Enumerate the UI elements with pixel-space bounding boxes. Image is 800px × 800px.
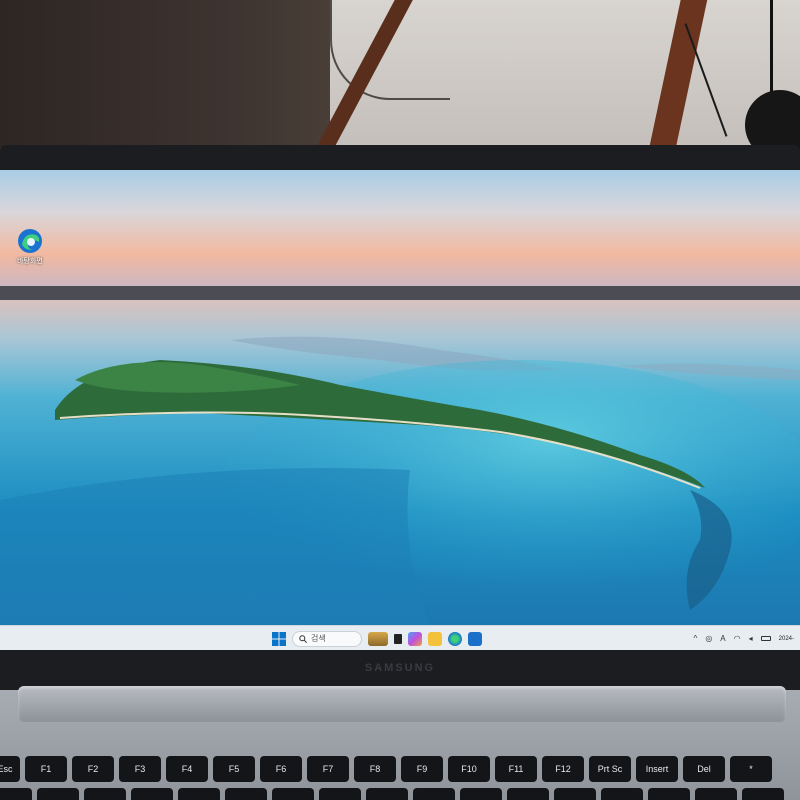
wifi-icon[interactable]: ◠	[734, 634, 741, 643]
windows-start-icon[interactable]	[272, 631, 286, 646]
key[interactable]	[272, 788, 314, 800]
clock[interactable]: 2024-	[779, 635, 794, 643]
key[interactable]	[742, 788, 784, 800]
key[interactable]	[84, 788, 126, 800]
key-f12[interactable]: F12	[542, 756, 584, 782]
key-label: F12	[555, 764, 571, 774]
key-label: F9	[416, 764, 428, 774]
number-key-row	[0, 788, 800, 800]
laptop-hinge	[18, 686, 786, 722]
edge-icon	[18, 229, 42, 253]
cable	[770, 0, 773, 100]
key-f9[interactable]: F9	[401, 756, 443, 782]
widgets-icon[interactable]	[368, 631, 388, 646]
desktop-shortcut[interactable]: 바탕화면	[8, 228, 52, 266]
key-label: Insert	[645, 764, 669, 774]
key-esc[interactable]: Esc	[0, 756, 20, 782]
key[interactable]	[507, 788, 549, 800]
key-label: F11	[508, 764, 524, 774]
desktop-shortcut-label: 바탕화면	[17, 258, 43, 265]
search-input[interactable]: 검색	[292, 630, 362, 647]
sky	[0, 170, 800, 290]
key-label: F4	[181, 764, 193, 774]
file-explorer-icon[interactable]	[428, 631, 442, 646]
search-icon	[299, 634, 307, 643]
task-view-icon[interactable]	[394, 633, 402, 644]
key-prt-sc[interactable]: Prt Sc	[589, 756, 631, 782]
laptop-screen: 바탕화면 검색 ^ ◎ A ◠ ◂ 2024-	[0, 170, 800, 650]
key[interactable]	[131, 788, 173, 800]
key-label: F8	[369, 764, 381, 774]
key-label: *	[749, 764, 753, 774]
key-insert[interactable]: Insert	[636, 756, 678, 782]
key-f11[interactable]: F11	[495, 756, 537, 782]
location-icon[interactable]: ◎	[705, 634, 712, 643]
key-f7[interactable]: F7	[307, 756, 349, 782]
key-label: F1	[40, 764, 52, 774]
brand-logo: SAMSUNG	[364, 662, 436, 674]
key[interactable]	[319, 788, 361, 800]
battery-icon[interactable]	[760, 636, 771, 641]
key-f1[interactable]: F1	[25, 756, 67, 782]
edge-icon[interactable]	[448, 631, 462, 646]
key-f4[interactable]: F4	[166, 756, 208, 782]
key[interactable]	[413, 788, 455, 800]
key-f10[interactable]: F10	[448, 756, 490, 782]
key-f2[interactable]: F2	[72, 756, 114, 782]
store-icon[interactable]	[468, 631, 482, 646]
key-label: F5	[228, 764, 240, 774]
key[interactable]	[225, 788, 267, 800]
copilot-icon[interactable]	[408, 631, 422, 646]
language-indicator[interactable]: A	[720, 634, 725, 643]
desktop-wallpaper	[0, 170, 800, 625]
taskbar-center: 검색	[272, 626, 482, 650]
key[interactable]	[366, 788, 408, 800]
key-label: F2	[87, 764, 99, 774]
distant-shoreline	[0, 286, 800, 302]
clock-date: 2024-	[778, 635, 794, 642]
key-label: Esc	[0, 764, 13, 774]
key-del[interactable]: Del	[683, 756, 725, 782]
key[interactable]	[695, 788, 737, 800]
key[interactable]	[554, 788, 596, 800]
key[interactable]	[178, 788, 220, 800]
key-f3[interactable]: F3	[119, 756, 161, 782]
chevron-up-icon[interactable]: ^	[694, 634, 698, 643]
key-asterisk[interactable]: *	[730, 756, 772, 782]
deep-water	[0, 468, 430, 625]
key[interactable]	[37, 788, 79, 800]
volume-icon[interactable]: ◂	[749, 634, 753, 643]
key-label: F6	[275, 764, 287, 774]
dark-room-background	[0, 0, 340, 148]
system-tray: ^ ◎ A ◠ ◂ 2024-	[694, 626, 794, 650]
key-f5[interactable]: F5	[213, 756, 255, 782]
function-key-row: Esc F1 F2 F3 F4 F5 F6 F7 F8 F9 F10 F11 F12 Prt Sc Inse…	[0, 756, 800, 782]
key-label: F3	[134, 764, 146, 774]
taskbar: 검색 ^ ◎ A ◠ ◂ 2024-	[0, 625, 800, 650]
key[interactable]	[460, 788, 502, 800]
search-placeholder: 검색	[311, 634, 326, 643]
key-f6[interactable]: F6	[260, 756, 302, 782]
key-label: Prt Sc	[597, 764, 623, 774]
key-label: Del	[697, 764, 711, 774]
photo-frame: 바탕화면 검색 ^ ◎ A ◠ ◂ 2024- SAMSUNG Esc F1 F…	[0, 0, 800, 800]
key-f8[interactable]: F8	[354, 756, 396, 782]
key-label: F7	[322, 764, 334, 774]
key[interactable]	[648, 788, 690, 800]
key[interactable]	[0, 788, 32, 800]
key[interactable]	[601, 788, 643, 800]
key-label: F10	[461, 764, 477, 774]
